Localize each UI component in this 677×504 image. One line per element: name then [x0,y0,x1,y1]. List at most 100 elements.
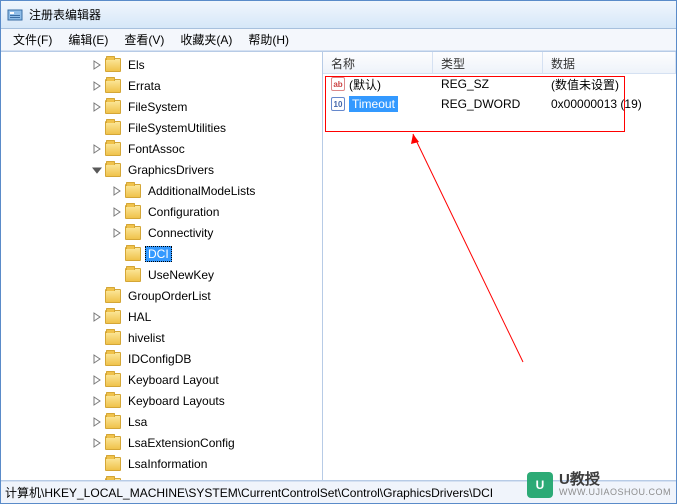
folder-icon [105,310,121,324]
folder-icon [105,436,121,450]
string-value-icon: ab [331,77,345,91]
chevron-right-icon[interactable] [91,311,103,323]
folder-icon [105,457,121,471]
value-name: (默认) [349,76,381,93]
tree-item[interactable]: FileSystem [1,96,322,117]
status-path: 计算机\HKEY_LOCAL_MACHINE\SYSTEM\CurrentCon… [5,484,493,501]
tree-pane[interactable]: ElsErrata FileSystem FileSystemUtilities Fo… [1,52,323,480]
menubar: 文件(F) 编辑(E) 查看(V) 收藏夹(A) 帮助(H) [1,29,676,51]
menu-edit[interactable]: 编辑(E) [60,29,116,50]
tree-item[interactable]: MediaCategories [1,474,322,480]
titlebar[interactable]: 注册表编辑器 [1,1,676,29]
tree-item-label: GraphicsDrivers [125,162,217,178]
chevron-right-icon[interactable] [91,416,103,428]
folder-icon [105,373,121,387]
folder-icon [105,142,121,156]
folder-icon [105,415,121,429]
folder-icon [105,163,121,177]
registry-value-row[interactable]: 10TimeoutREG_DWORD0x00000013 (19) [323,94,676,114]
tree-item-label: FontAssoc [125,141,188,157]
dword-value-icon: 10 [331,97,345,111]
tree-item[interactable]: hivelist [1,327,322,348]
column-header-type[interactable]: 类型 [433,52,543,73]
tree-item[interactable]: FontAssoc [1,138,322,159]
tree-item[interactable]: Keyboard Layout [1,369,322,390]
tree-item-label: FileSystem [125,99,190,115]
folder-icon [125,205,141,219]
folder-icon [105,289,121,303]
chevron-right-icon[interactable] [111,185,123,197]
tree-item-label: FileSystemUtilities [125,120,229,136]
value-type: REG_DWORD [433,95,543,113]
app-icon [7,7,23,23]
tree-item[interactable]: Els [1,54,322,75]
tree-item-label: LsaInformation [125,456,210,472]
chevron-right-icon[interactable] [111,206,123,218]
tree-item-label: DCI [145,246,172,262]
chevron-right-icon[interactable] [111,227,123,239]
tree-item[interactable]: Lsa [1,411,322,432]
tree-item[interactable]: IDConfigDB [1,348,322,369]
chevron-right-icon[interactable] [91,374,103,386]
tree-item-label: Keyboard Layout [125,372,222,388]
value-data: (数值未设置) [543,74,676,95]
tree-item-label: IDConfigDB [125,351,194,367]
annotation-arrow [323,52,663,472]
chevron-right-icon[interactable] [91,80,103,92]
chevron-right-icon[interactable] [91,143,103,155]
column-header-data[interactable]: 数据 [543,52,676,73]
content-area: ElsErrata FileSystem FileSystemUtilities Fo… [1,51,676,481]
chevron-right-icon[interactable] [91,395,103,407]
tree-item-label: MediaCategories [125,477,222,481]
folder-icon [105,394,121,408]
chevron-right-icon[interactable] [91,437,103,449]
tree-item[interactable]: Configuration [1,201,322,222]
tree-item-label: Lsa [125,414,150,430]
folder-icon [105,331,121,345]
tree-item-label: UseNewKey [145,267,217,283]
chevron-right-icon[interactable] [91,101,103,113]
folder-icon [125,184,141,198]
tree-item[interactable]: AdditionalModeLists [1,180,322,201]
tree-item[interactable]: FileSystemUtilities [1,117,322,138]
tree-item[interactable]: HAL [1,306,322,327]
menu-favorites[interactable]: 收藏夹(A) [172,29,240,50]
tree-item-label: GroupOrderList [125,288,214,304]
chevron-right-icon[interactable] [91,59,103,71]
statusbar: 计算机\HKEY_LOCAL_MACHINE\SYSTEM\CurrentCon… [1,481,676,503]
registry-value-row[interactable]: ab (默认) REG_SZ(数值未设置) [323,74,676,94]
tree-item-label: hivelist [125,330,168,346]
folder-icon [125,247,141,261]
folder-icon [105,121,121,135]
tree-item[interactable]: Connectivity [1,222,322,243]
tree-item[interactable]: LsaExtensionConfig [1,432,322,453]
list-header: 名称 类型 数据 [323,52,676,74]
folder-icon [125,226,141,240]
window-title: 注册表编辑器 [29,6,101,23]
chevron-right-icon[interactable] [91,479,103,481]
value-type: REG_SZ [433,75,543,93]
tree-item[interactable]: Keyboard Layouts [1,390,322,411]
tree-item[interactable]: LsaInformation [1,453,322,474]
tree-item-label: AdditionalModeLists [145,183,258,199]
folder-icon [105,100,121,114]
folder-icon [125,268,141,282]
folder-icon [105,58,121,72]
tree-item[interactable]: DCI [1,243,322,264]
tree-item-label: LsaExtensionConfig [125,435,238,451]
tree-item[interactable]: GroupOrderList [1,285,322,306]
value-data: 0x00000013 (19) [543,95,676,113]
list-pane[interactable]: 名称 类型 数据 ab (默认) REG_SZ(数值未设置)10TimeoutREG… [323,52,676,480]
folder-icon [105,478,121,481]
tree-item[interactable]: UseNewKey [1,264,322,285]
folder-icon [105,79,121,93]
chevron-right-icon[interactable] [91,353,103,365]
tree-item[interactable]: GraphicsDrivers [1,159,322,180]
menu-help[interactable]: 帮助(H) [240,29,297,50]
chevron-down-icon[interactable] [91,164,103,176]
menu-file[interactable]: 文件(F) [5,29,60,50]
menu-view[interactable]: 查看(V) [116,29,172,50]
tree-item[interactable]: Errata [1,75,322,96]
column-header-name[interactable]: 名称 [323,52,433,73]
tree-item-label: Keyboard Layouts [125,393,228,409]
